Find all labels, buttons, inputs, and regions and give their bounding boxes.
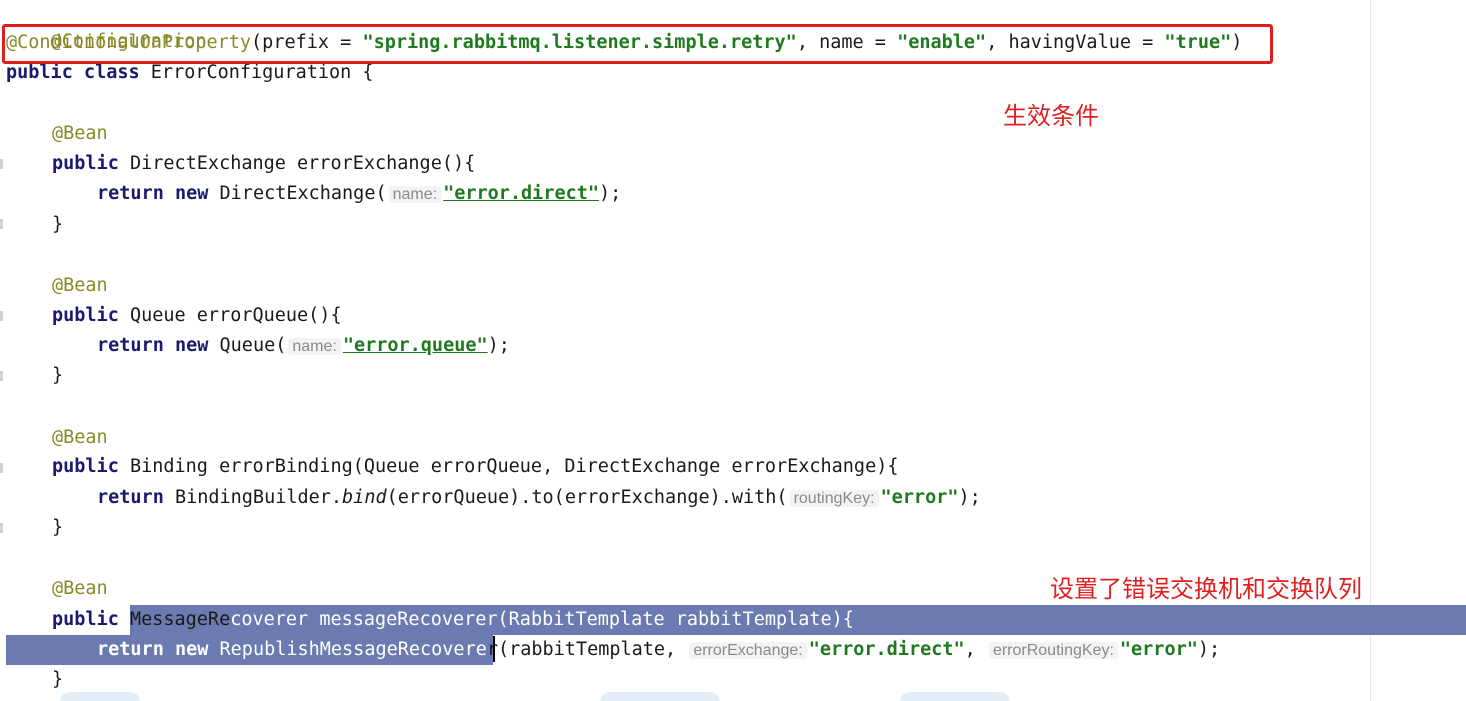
keyword-token: return new <box>97 335 209 356</box>
gutter-fold-marker[interactable] <box>0 463 3 473</box>
string-literal: "error.direct" <box>808 639 965 660</box>
overlay-shape <box>900 692 1010 701</box>
string-literal: "error.queue" <box>342 335 488 356</box>
code-line[interactable]: @Bean <box>52 574 108 604</box>
code-text: BindingBuilder. <box>163 487 343 508</box>
closing-brace: } <box>52 365 64 386</box>
parameter-hint: errorExchange: <box>689 642 807 659</box>
gutter-fold-marker[interactable] <box>0 219 3 229</box>
setup-note: 设置了错误交换机和交换队列 <box>1050 575 1362 603</box>
text-caret <box>493 636 495 662</box>
keyword-token: return new <box>97 183 209 204</box>
closing-brace: } <box>52 669 64 690</box>
code-text: ErrorConfiguration { <box>139 62 374 83</box>
method-name: bind <box>342 487 387 508</box>
right-margin-guide <box>1370 0 1371 701</box>
string-literal: "error" <box>1119 639 1198 660</box>
annotation-token: @Bean <box>52 427 108 448</box>
condition-highlight-box <box>2 24 1273 64</box>
code-editor[interactable]: @Configuration @ConditionalOnProperty(pr… <box>0 0 1466 701</box>
parameter-hint: name: <box>388 186 442 203</box>
code-line[interactable]: public MessageRecoverer messageRecoverer… <box>52 605 854 635</box>
parameter-hint: errorRoutingKey: <box>988 642 1118 659</box>
keyword-token: public class <box>6 62 140 83</box>
code-line[interactable]: } <box>52 361 63 391</box>
code-text: ); <box>1197 639 1221 660</box>
code-line[interactable]: @Bean <box>52 271 108 301</box>
code-text: MessageRe <box>118 609 231 630</box>
code-text: (errorQueue).to(errorExchange).with( <box>386 487 788 508</box>
string-literal: "error.direct" <box>443 183 600 204</box>
code-text: ); <box>599 183 622 204</box>
code-line[interactable]: @Bean <box>52 423 108 453</box>
keyword-token: public <box>52 305 119 326</box>
keyword-token: public <box>52 456 119 477</box>
overlay-shape <box>60 692 140 701</box>
keyword-token: return <box>97 487 164 508</box>
keyword-token: return new <box>97 639 209 660</box>
code-line[interactable]: return BindingBuilder.bind(errorQueue).t… <box>97 483 981 513</box>
code-line[interactable]: } <box>52 513 63 543</box>
annotation-token: @Bean <box>52 275 108 296</box>
code-line[interactable]: return new RepublishMessageRecoverer(rab… <box>97 635 1220 665</box>
keyword-token: public <box>52 609 119 630</box>
code-line[interactable]: public Queue errorQueue(){ <box>52 301 342 331</box>
code-text: Binding errorBinding(Queue errorQueue, D… <box>118 456 899 477</box>
code-line[interactable]: public Binding errorBinding(Queue errorQ… <box>52 452 898 482</box>
gutter-fold-marker[interactable] <box>0 159 3 169</box>
parameter-hint: name: <box>288 338 341 355</box>
code-text: , <box>964 639 987 660</box>
code-line[interactable]: return new DirectExchange(name: "error.di… <box>97 179 621 209</box>
annotation-token: @Bean <box>52 578 108 599</box>
code-line[interactable]: } <box>52 210 63 240</box>
code-text: Queue( <box>208 335 287 356</box>
condition-note: 生效条件 <box>1003 102 1099 130</box>
code-text: DirectExchange errorExchange(){ <box>118 153 476 174</box>
gutter-fold-marker[interactable] <box>0 371 3 381</box>
code-text: Queue errorQueue(){ <box>118 305 342 326</box>
closing-brace: } <box>52 214 64 235</box>
gutter-fold-marker[interactable] <box>0 523 3 533</box>
code-text: DirectExchange( <box>208 183 387 204</box>
code-text: r(rabbitTemplate, <box>486 639 688 660</box>
selected-code-text: coverer messageRecoverer(RabbitTemplate … <box>230 609 854 630</box>
code-line[interactable]: @Configuration <box>6 0 207 52</box>
code-text: ); <box>487 335 510 356</box>
code-line[interactable]: @Bean <box>52 119 108 149</box>
gutter-fold-marker[interactable] <box>0 311 3 321</box>
code-line[interactable]: } <box>52 665 63 695</box>
keyword-token: public <box>52 153 119 174</box>
closing-brace: } <box>52 517 64 538</box>
code-text: ); <box>958 487 981 508</box>
code-line[interactable]: public DirectExchange errorExchange(){ <box>52 149 475 179</box>
parameter-hint: routingKey: <box>789 490 879 507</box>
code-line[interactable]: return new Queue(name: "error.queue"); <box>97 331 510 361</box>
string-literal: "error" <box>880 487 959 508</box>
overlay-shape <box>600 692 720 701</box>
selected-code-text: RepublishMessageRecovere <box>208 639 487 660</box>
annotation-token: @Bean <box>52 123 108 144</box>
